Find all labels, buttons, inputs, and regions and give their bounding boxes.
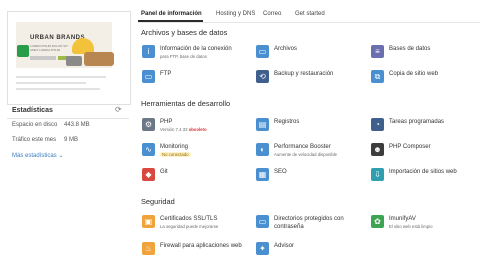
item-label: Tareas programadas xyxy=(389,119,445,125)
php-version-text: Versión 7.4.33 xyxy=(160,127,188,132)
item-label: Importación de sitios web xyxy=(389,169,457,175)
item-label: Performance Booster xyxy=(274,144,331,150)
item-label: Información de la conexión xyxy=(160,46,232,52)
logs-item[interactable]: ▤ Registros xyxy=(256,117,366,137)
imunifyav-item[interactable]: ✿ ImunifyAV El sitio web está limpio xyxy=(371,214,476,234)
item-label: PHP Composer xyxy=(389,144,431,150)
tab-hosting-dns[interactable]: Hosting y DNS xyxy=(216,11,255,17)
info-icon: i xyxy=(142,45,155,58)
item-label-line2: contraseña xyxy=(274,224,304,230)
scheduled-tasks-item[interactable]: ◔ Tareas programadas xyxy=(371,117,476,137)
database-icon: ≡ xyxy=(371,45,384,58)
ssl-item[interactable]: ▣ Certificados SSL/TLS La seguridad pued… xyxy=(142,214,254,234)
not-connected-badge: No conectado xyxy=(160,152,191,157)
item-label: Certificados SSL/TLS xyxy=(160,216,218,222)
thumbnail-tagline: LOREM IPSUM DOLOR SIT AMET LOREM IPSUM xyxy=(30,44,68,52)
stats-title: Estadísticas xyxy=(12,107,53,114)
obsolete-badge: obsoleto xyxy=(188,127,207,132)
item-label: PHP xyxy=(160,119,173,125)
composer-icon: ☻ xyxy=(371,143,384,156)
site-thumbnail[interactable]: URBAN BRANDS LOREM IPSUM DOLOR SIT AMET … xyxy=(7,11,131,105)
folder-icon: ▭ xyxy=(256,45,269,58)
tab-get-started[interactable]: Get started xyxy=(295,11,325,17)
php-composer-item[interactable]: ☻ PHP Composer xyxy=(371,142,476,162)
advisor-item[interactable]: ✦ Advisor xyxy=(256,241,366,261)
info-connection-item[interactable]: i Información de la conexión para FTP, b… xyxy=(142,44,254,64)
git-icon: ◆ xyxy=(142,168,155,181)
disk-label: Espacio en disco xyxy=(12,122,58,128)
php-item[interactable]: ⚙ PHP Versión 7.4.33 obsoleto xyxy=(142,117,254,137)
chevron-down-icon: ⌄ xyxy=(58,153,64,159)
import-icon: ⇩ xyxy=(371,168,384,181)
item-label: Git xyxy=(160,169,168,175)
performance-icon: ◐ xyxy=(256,143,269,156)
tab-bar: Panel de información Hosting y DNS Corre… xyxy=(138,8,480,22)
imunify-icon: ✿ xyxy=(371,215,384,228)
monitoring-icon: ∿ xyxy=(142,143,155,156)
files-item[interactable]: ▭ Archivos xyxy=(256,44,366,64)
traffic-value: 9 MB xyxy=(64,137,79,143)
cursor-icon xyxy=(17,45,29,57)
monitoring-status: No conectado xyxy=(160,152,191,157)
php-icon: ⚙ xyxy=(142,118,155,131)
section-title-files: Archivos y bases de datos xyxy=(141,28,228,37)
scheduled-tasks-icon: ◔ xyxy=(371,118,384,131)
item-label: Directorios protegidos con xyxy=(274,216,344,222)
section-title-security: Seguridad xyxy=(141,197,175,206)
item-label: Firewall para aplicaciones web xyxy=(160,243,242,249)
protected-folder-icon: ▭ xyxy=(256,215,269,228)
disk-value: 443.8 MB xyxy=(64,122,90,128)
protected-directories-item[interactable]: ▭ Directorios protegidos con contraseña xyxy=(256,214,366,234)
seo-icon: ▦ xyxy=(256,168,269,181)
ftp-item[interactable]: ▭ FTP xyxy=(142,69,254,89)
traffic-label: Tráfico este mes xyxy=(12,137,57,143)
advisor-icon: ✦ xyxy=(256,242,269,255)
firewall-icon: ♨ xyxy=(142,242,155,255)
tab-mail[interactable]: Correo xyxy=(263,11,281,17)
tools-icon xyxy=(84,52,114,66)
thumbnail-line xyxy=(16,88,100,90)
item-label: Registros xyxy=(274,119,300,125)
item-sub: El sitio web está limpio xyxy=(389,224,433,229)
item-label: ImunifyAV xyxy=(389,216,416,222)
item-label: SEO xyxy=(274,169,287,175)
item-sub: Aumente de velocidad disponible xyxy=(274,152,338,157)
backup-item[interactable]: ⟲ Backup y restauración xyxy=(256,69,366,89)
item-label: Backup y restauración xyxy=(274,71,334,77)
item-label: Archivos xyxy=(274,46,298,52)
seo-item[interactable]: ▦ SEO xyxy=(256,167,366,187)
section-title-dev: Herramientas de desarrollo xyxy=(141,99,231,108)
firewall-item[interactable]: ♨ Firewall para aplicaciones web xyxy=(142,241,254,261)
php-version: Versión 7.4.33 obsoleto xyxy=(160,127,207,132)
thumbnail-line xyxy=(16,82,86,84)
thumbnail-line xyxy=(16,76,106,78)
item-label: FTP xyxy=(160,71,172,77)
backup-icon: ⟲ xyxy=(256,70,269,83)
website-copy-item[interactable]: ⧉ Copia de sitio web xyxy=(371,69,476,89)
performance-booster-item[interactable]: ◐ Performance Booster Aumente de velocid… xyxy=(256,142,366,162)
more-stats-link[interactable]: Más estadísticas ⌄ xyxy=(12,152,63,159)
ftp-folder-icon: ▭ xyxy=(142,70,155,83)
item-label: Bases de datos xyxy=(389,46,431,52)
item-label: Advisor xyxy=(274,243,295,249)
more-stats-label: Más estadísticas xyxy=(12,153,57,159)
divider xyxy=(7,118,129,119)
thumbnail-button xyxy=(30,56,56,60)
website-copy-icon: ⧉ xyxy=(371,70,384,83)
item-label: Copia de sitio web xyxy=(389,71,439,77)
refresh-icon[interactable]: ⟳ xyxy=(115,105,125,115)
item-sub: La seguridad puede mejorarse xyxy=(160,224,219,229)
tab-dashboard[interactable]: Panel de información xyxy=(141,11,202,17)
item-label: Monitoring xyxy=(160,144,189,150)
git-item[interactable]: ◆ Git xyxy=(142,167,254,187)
logs-icon: ▤ xyxy=(256,118,269,131)
item-sub: para FTP, base de datos xyxy=(160,54,207,59)
ssl-icon: ▣ xyxy=(142,215,155,228)
databases-item[interactable]: ≡ Bases de datos xyxy=(371,44,476,64)
monitoring-item[interactable]: ∿ Monitoring No conectado xyxy=(142,142,254,162)
website-import-item[interactable]: ⇩ Importación de sitios web xyxy=(371,167,476,187)
toolbox-icon xyxy=(66,56,82,66)
site-sidebar: URBAN BRANDS LOREM IPSUM DOLOR SIT AMET … xyxy=(0,0,135,270)
tabs-divider xyxy=(138,22,480,23)
